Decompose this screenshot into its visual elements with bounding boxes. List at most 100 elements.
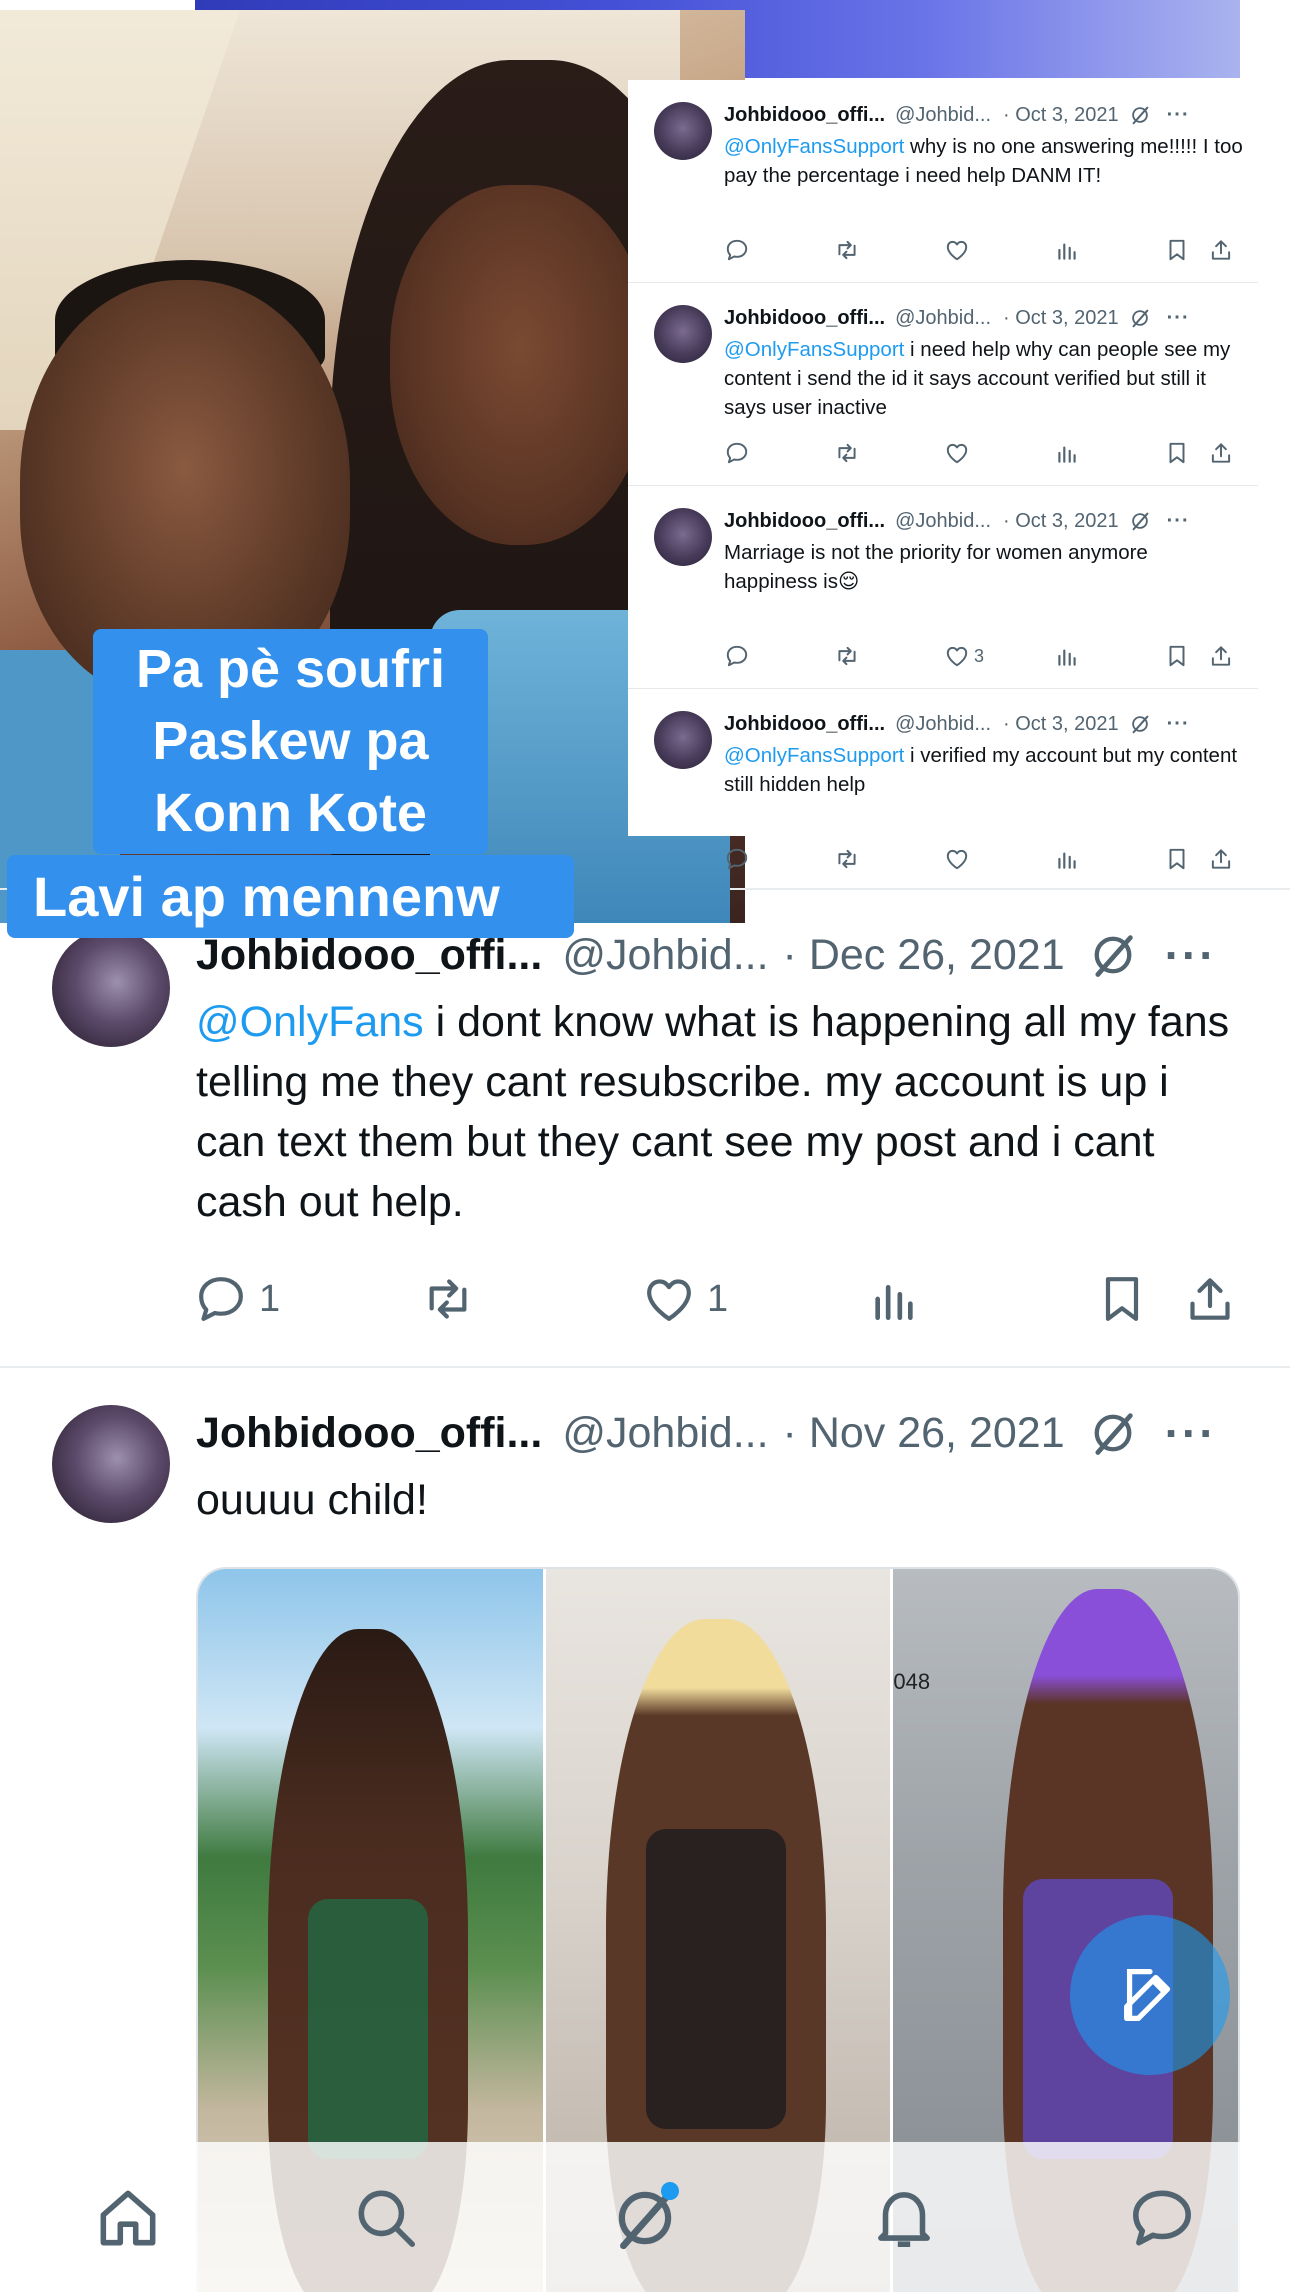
grok-icon [1129, 510, 1151, 532]
retweet-icon [834, 439, 860, 467]
reply-count: 1 [259, 1277, 281, 1320]
tweet-date[interactable]: · Dec 26, 2021 [783, 931, 1065, 980]
author-name: Johbidooo_offi... [724, 306, 886, 329]
retweet-icon [834, 845, 860, 873]
tweet-actions [724, 236, 1244, 264]
retweet-icon [834, 642, 860, 670]
tweet-text: @OnlyFansSupport why is no one answering… [724, 132, 1244, 190]
room-number-sign: 048 [893, 1669, 931, 1694]
views-icon [1054, 642, 1080, 670]
views-icon [866, 1271, 922, 1327]
grok-icon [1129, 713, 1151, 735]
tweet-date: · Oct 3, 2021 [1003, 509, 1119, 532]
reply-icon [193, 1271, 249, 1327]
heart-icon [944, 439, 970, 467]
more-icon: ··· [1166, 103, 1190, 126]
nav-notifications[interactable] [864, 2178, 944, 2258]
avatar[interactable] [52, 929, 170, 1047]
home-icon [91, 2181, 165, 2255]
embedded-tweet: Johbidooo_offi... @Johbid... · Oct 3, 20… [628, 283, 1258, 486]
like-button[interactable]: 1 [641, 1269, 728, 1329]
author-name: Johbidooo_offi... [724, 103, 886, 126]
bookmark-button[interactable] [1094, 1269, 1150, 1329]
nav-grok[interactable] [605, 2178, 685, 2258]
embedded-tweets-screenshot: Johbidooo_offi... @Johbid... · Oct 3, 20… [628, 80, 1258, 836]
caption-line: Pa pè soufri [135, 639, 446, 699]
mention-link: @OnlyFansSupport [724, 135, 905, 158]
bottom-navigation [0, 2142, 1290, 2292]
views-button[interactable] [866, 1269, 922, 1329]
share-icon [1208, 439, 1234, 467]
author-handle: @Johbid... [895, 103, 992, 126]
avatar[interactable] [52, 1405, 170, 1523]
reply-icon [724, 439, 750, 467]
embedded-tweet: Johbidooo_offi... @Johbid... · Oct 3, 20… [628, 486, 1258, 689]
nav-home[interactable] [88, 2178, 168, 2258]
tweet-text: Marriage is not the priority for women a… [724, 538, 1244, 596]
grok-icon[interactable] [1087, 929, 1139, 981]
timeline-divider [0, 1366, 1290, 1368]
author-name: Johbidooo_offi... [724, 712, 886, 735]
retweet-icon [834, 236, 860, 264]
embedded-tweet: Johbidooo_offi... @Johbid... · Oct 3, 20… [628, 80, 1258, 283]
author-handle[interactable]: @Johbid... [562, 931, 768, 980]
views-icon [1054, 236, 1080, 264]
grok-icon [1129, 307, 1151, 329]
views-icon [1054, 845, 1080, 873]
grok-icon [1129, 104, 1151, 126]
avatar [654, 102, 712, 160]
tweet-text: @OnlyFans i dont know what is happening … [196, 992, 1236, 1232]
bookmark-icon [1164, 236, 1190, 264]
reply-icon [724, 642, 750, 670]
author-name: Johbidooo_offi... [724, 509, 886, 532]
bookmark-icon [1164, 642, 1190, 670]
compose-button[interactable] [1070, 1915, 1230, 2075]
caption-line: Konn Kote [154, 783, 427, 843]
tweet-header: Johbidooo_offi... @Johbid... · Nov 26, 2… [196, 1403, 1217, 1463]
mention-link[interactable]: @OnlyFans [196, 998, 424, 1046]
grok-icon[interactable] [1087, 1407, 1139, 1459]
reply-icon [724, 236, 750, 264]
tweet-actions: 3 [724, 642, 1244, 670]
more-icon: ··· [1166, 306, 1190, 329]
notification-dot [661, 2182, 679, 2200]
compose-icon [1115, 1960, 1185, 2030]
nav-search[interactable] [346, 2178, 426, 2258]
messages-icon [1125, 2181, 1199, 2255]
bell-icon [867, 2181, 941, 2255]
caption-line: Paskew pa [152, 711, 429, 771]
mention-link: @OnlyFansSupport [724, 338, 905, 361]
author-name[interactable]: Johbidooo_offi... [196, 1409, 542, 1458]
reply-button[interactable]: 1 [193, 1269, 280, 1329]
reply-icon [724, 845, 750, 873]
avatar [654, 508, 712, 566]
bookmark-icon [1164, 439, 1190, 467]
tweet-actions [724, 439, 1244, 467]
share-icon [1208, 236, 1234, 264]
caption-text-block: Pa pè soufri Paskew pa Konn Kote [93, 629, 488, 854]
retweet-button[interactable] [420, 1269, 476, 1329]
author-handle: @Johbid... [895, 306, 992, 329]
more-icon[interactable]: ··· [1165, 1406, 1217, 1460]
share-icon [1208, 642, 1234, 670]
caption-last-line: Lavi ap mennenw [7, 855, 574, 938]
like-count: 1 [707, 1277, 729, 1320]
tweet-text-body: Marriage is not the priority for women a… [724, 541, 1148, 593]
mention-link: @OnlyFansSupport [724, 744, 905, 767]
retweet-icon [420, 1271, 476, 1327]
more-icon[interactable]: ··· [1165, 928, 1217, 982]
tweet-actions [724, 845, 1244, 873]
tweet-text: @OnlyFansSupport i verified my account b… [724, 741, 1244, 799]
more-icon: ··· [1166, 712, 1190, 735]
nav-messages[interactable] [1122, 2178, 1202, 2258]
author-handle[interactable]: @Johbid... [562, 1409, 768, 1458]
search-icon [349, 2181, 423, 2255]
share-button[interactable] [1182, 1269, 1238, 1329]
heart-icon [641, 1271, 697, 1327]
tweet-date[interactable]: · Nov 26, 2021 [783, 1409, 1065, 1458]
views-icon [1054, 439, 1080, 467]
bookmark-icon [1094, 1271, 1150, 1327]
author-handle: @Johbid... [895, 509, 992, 532]
avatar [654, 305, 712, 363]
tweet-text: ouuuu child! [196, 1476, 428, 1524]
